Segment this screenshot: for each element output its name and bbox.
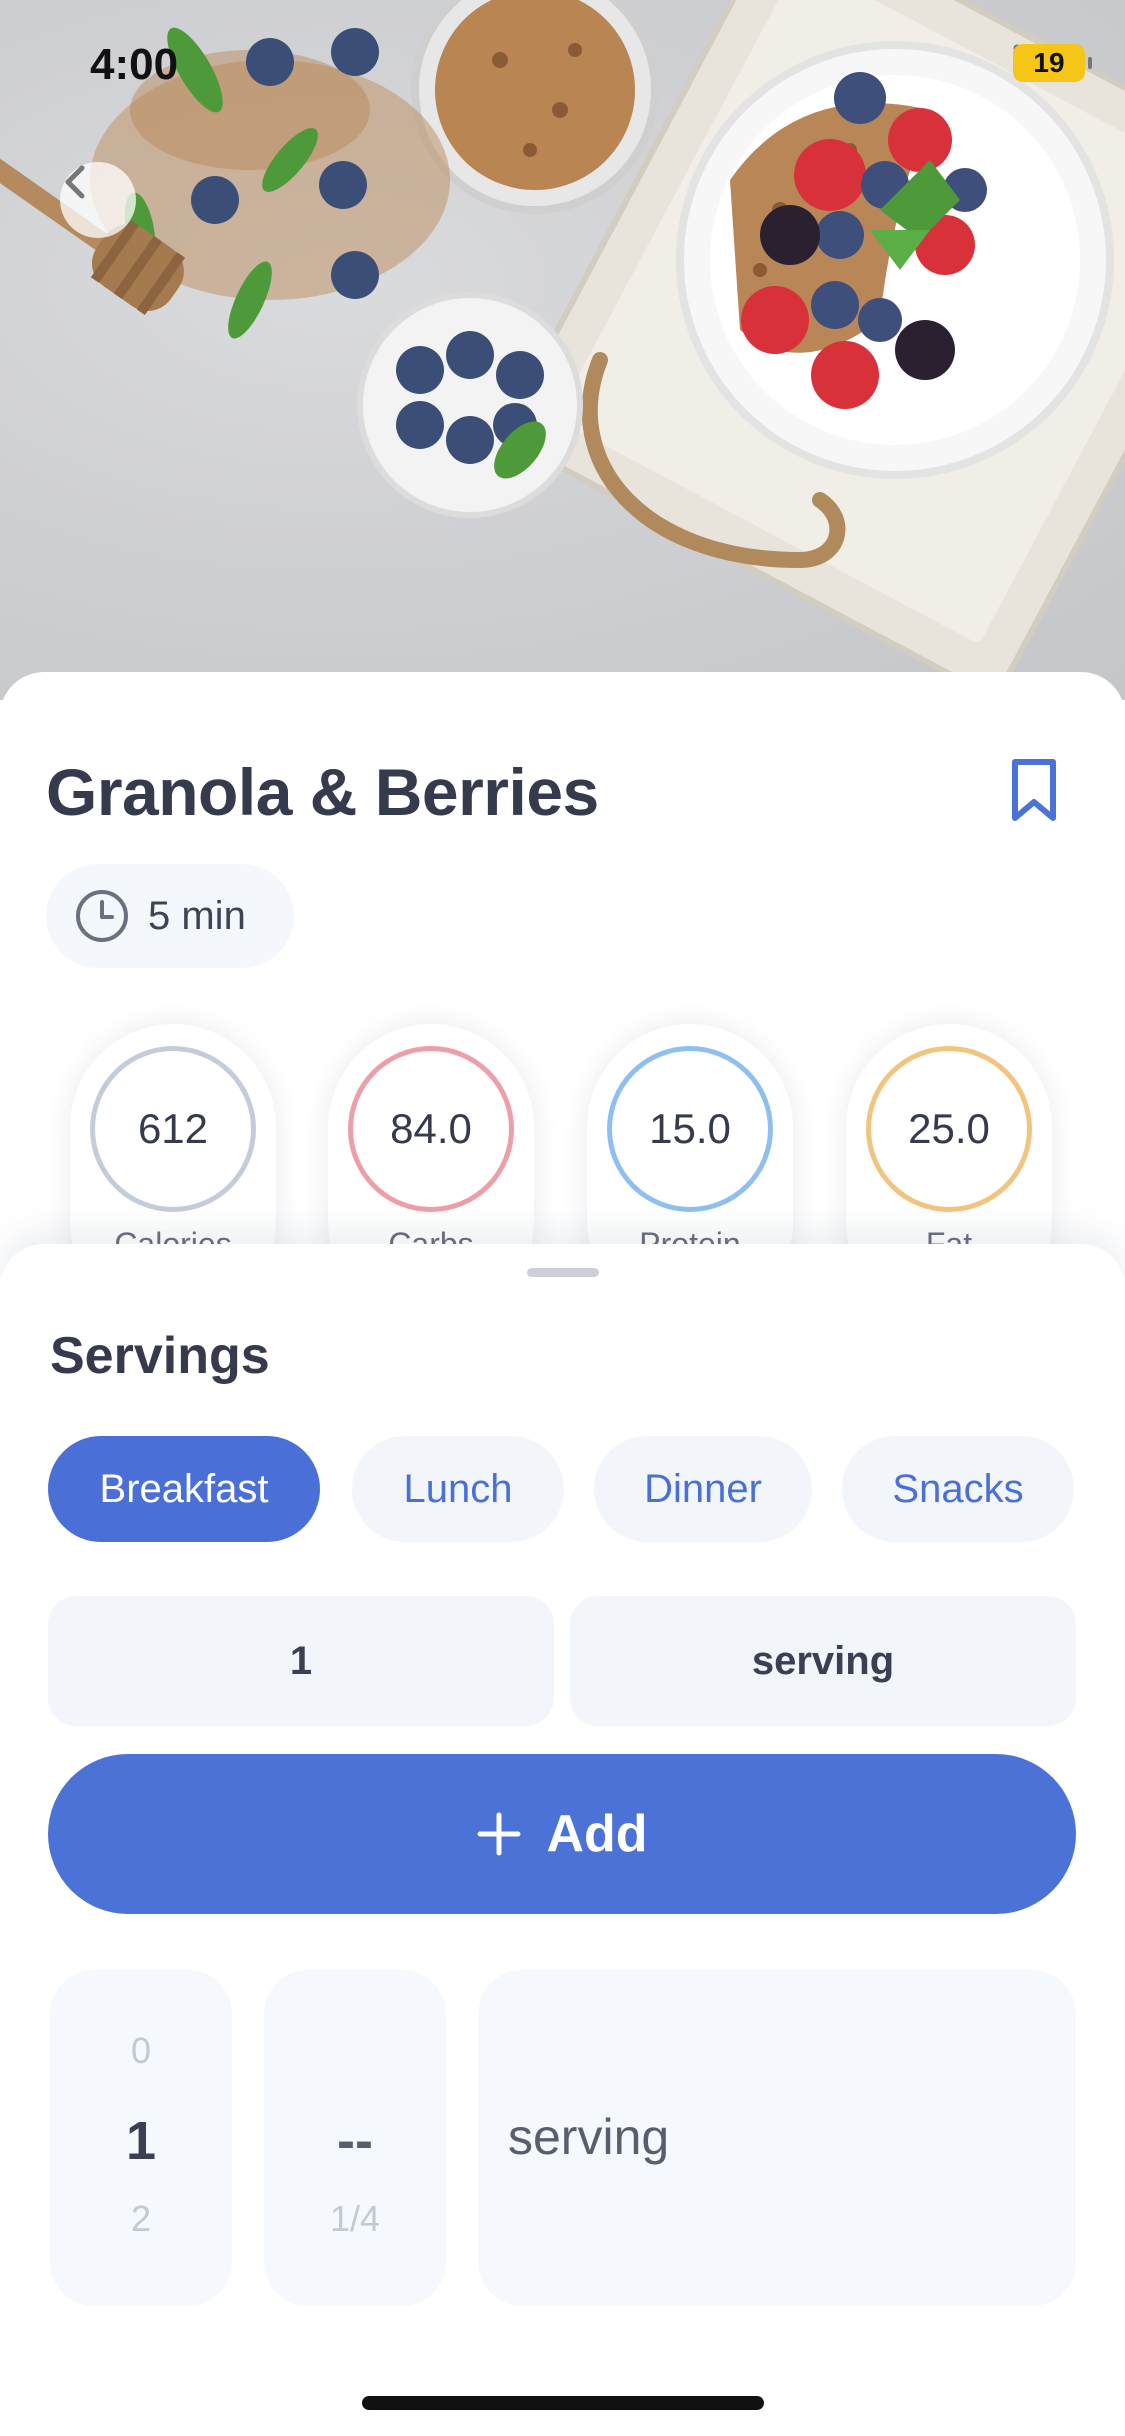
- fraction-picker[interactable]: -- 1/4: [264, 1970, 446, 2306]
- picker-unit-selected[interactable]: serving: [508, 2108, 669, 2166]
- add-button[interactable]: Add: [48, 1754, 1076, 1914]
- bookmark-button[interactable]: [1009, 758, 1059, 829]
- prep-time: 5 min: [148, 893, 246, 938]
- sheet-title: Servings: [50, 1327, 270, 1385]
- macro-ring: 84.0: [348, 1046, 514, 1212]
- prep-time-badge: 5 min: [46, 864, 294, 968]
- whole-number-picker[interactable]: 0 1 2: [50, 1970, 232, 2306]
- recipe-title: Granola & Berries: [46, 755, 599, 829]
- sheet-grabber[interactable]: [527, 1268, 599, 1277]
- home-indicator: [362, 2396, 764, 2410]
- bookmark-icon: [1012, 759, 1056, 821]
- clock-icon: [76, 890, 128, 942]
- unit-field[interactable]: serving: [570, 1596, 1076, 1726]
- meal-tab-snacks[interactable]: Snacks: [842, 1436, 1074, 1542]
- granola-berries-illustration: [0, 0, 1125, 697]
- chevron-left-icon: [65, 165, 85, 199]
- quantity-field[interactable]: 1: [48, 1596, 554, 1726]
- picker-option[interactable]: 2: [50, 2198, 232, 2240]
- plus-icon: [477, 1812, 521, 1856]
- picker-option[interactable]: 0: [50, 2030, 232, 2072]
- status-time: 4:00: [90, 40, 179, 89]
- meal-tab-lunch[interactable]: Lunch: [352, 1436, 564, 1542]
- picker-option[interactable]: 1/4: [264, 2198, 446, 2240]
- picker-selected[interactable]: 1: [50, 2110, 232, 2172]
- meal-tab-breakfast[interactable]: Breakfast: [48, 1436, 320, 1542]
- macro-ring: 25.0: [866, 1046, 1032, 1212]
- battery-icon: 19: [1013, 44, 1092, 82]
- add-button-label: Add: [546, 1805, 648, 1863]
- back-button[interactable]: [60, 162, 136, 238]
- battery-level: 19: [1033, 47, 1065, 78]
- unit-picker[interactable]: serving: [478, 1970, 1076, 2306]
- meal-tab-dinner[interactable]: Dinner: [594, 1436, 812, 1542]
- status-indicators: 19: [1013, 44, 1092, 82]
- servings-sheet: Servings Breakfast Lunch Dinner Snacks 1…: [0, 1244, 1125, 2436]
- macro-ring: 15.0: [607, 1046, 773, 1212]
- recipe-photo: 4:00 19: [0, 0, 1125, 700]
- macro-ring: 612: [90, 1046, 256, 1212]
- picker-selected[interactable]: --: [264, 2110, 446, 2172]
- macro-summary: 612 Calories 84.0 Carbs 15.0 Protein 25.…: [70, 1024, 1060, 1324]
